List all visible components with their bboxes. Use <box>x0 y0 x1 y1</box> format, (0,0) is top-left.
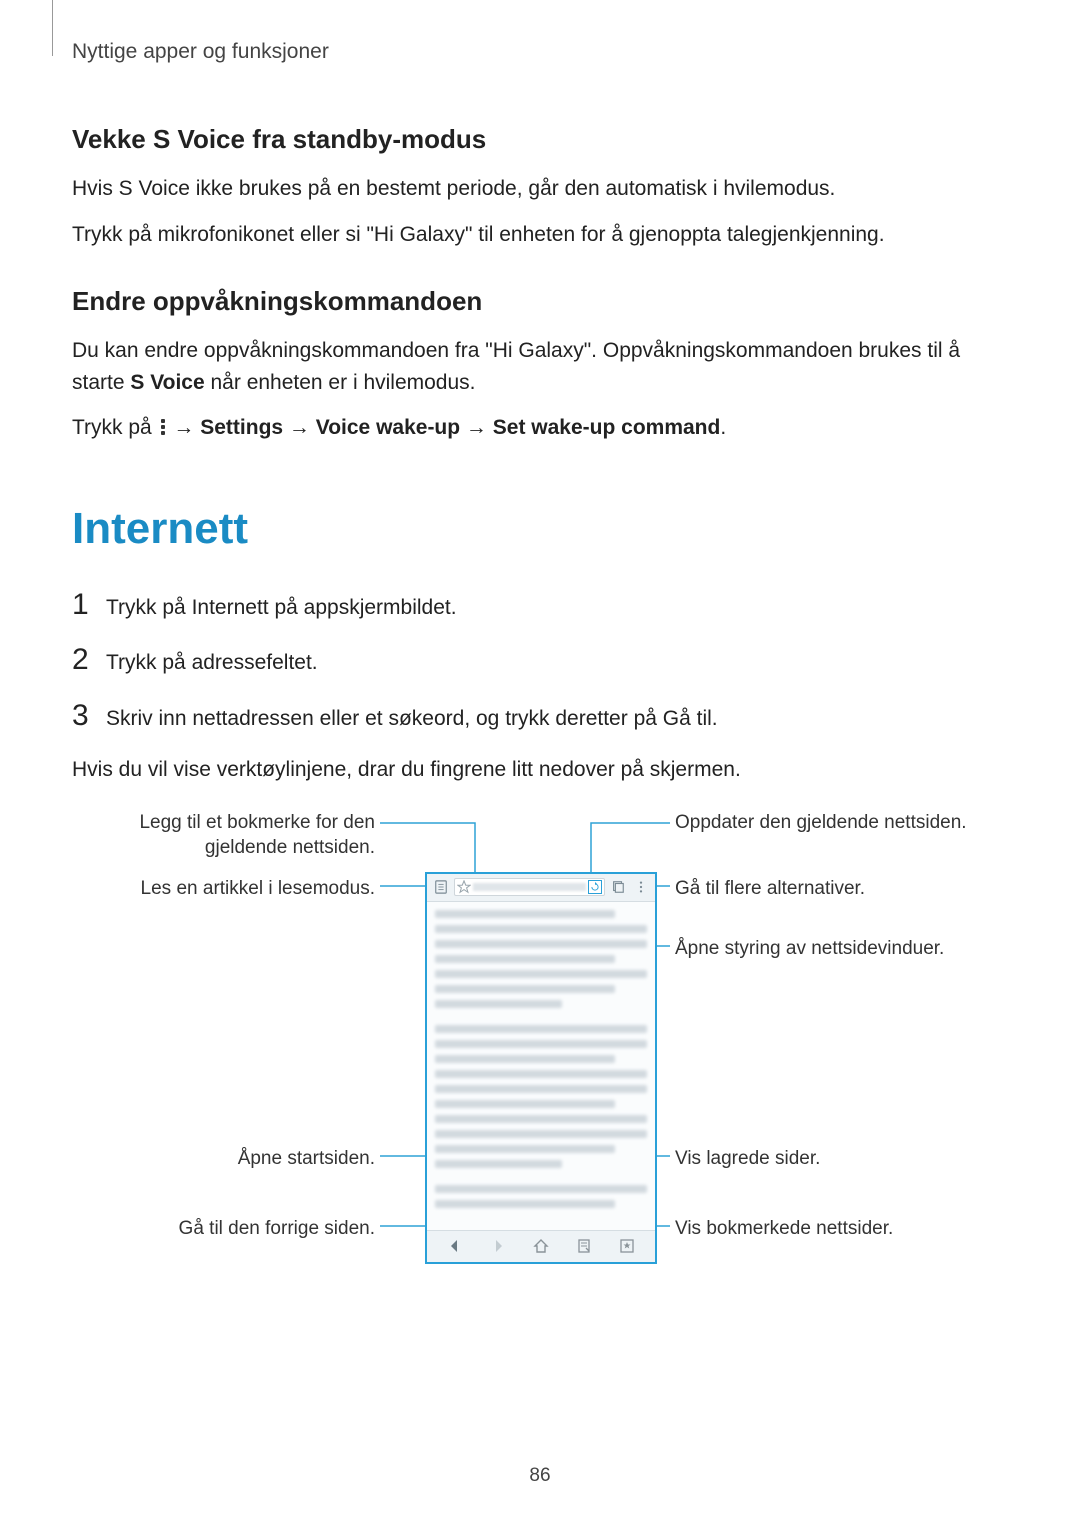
step-3: 3 Skriv inn nettadressen eller et søkeor… <box>72 699 1008 735</box>
step-text: Trykk på Internett på appskjermbildet. <box>106 592 457 624</box>
callout-add-bookmark: Legg til et bokmerke for den gjeldende n… <box>75 810 375 861</box>
arrow-text: → <box>460 416 493 439</box>
text: . <box>720 416 726 439</box>
subheading-change-wake: Endre oppvåkningskommandoen <box>72 286 1008 317</box>
step-text: Trykk på adressefeltet. <box>106 647 318 679</box>
step-number: 2 <box>72 643 106 677</box>
bold-text: Set wake-up command <box>493 416 721 439</box>
step-number: 1 <box>72 588 106 622</box>
more-options-icon <box>158 418 168 436</box>
text: når enheten er i hvilemodus. <box>205 371 476 394</box>
bold-text: S Voice <box>130 371 204 394</box>
bold-text: Internett <box>192 596 269 619</box>
callout-back: Gå til den forrige siden. <box>75 1216 375 1242</box>
refresh-icon[interactable] <box>588 880 602 894</box>
address-bar[interactable] <box>454 878 605 896</box>
paragraph: Trykk på → Settings → Voice wake-up → Se… <box>72 412 1008 444</box>
callout-more-options: Gå til flere alternativer. <box>675 876 995 902</box>
text: . <box>712 707 718 730</box>
url-text-placeholder <box>473 883 586 891</box>
back-icon[interactable] <box>446 1237 464 1255</box>
saved-pages-icon[interactable] <box>575 1237 593 1255</box>
tabs-icon[interactable] <box>608 877 628 897</box>
main-heading-internett: Internett <box>72 504 1008 554</box>
text: på appskjermbildet. <box>269 596 457 619</box>
callout-reader-mode: Les en artikkel i lesemodus. <box>75 876 375 902</box>
subheading-svoice-wake: Vekke S Voice fra standby-modus <box>72 124 1008 155</box>
callout-homepage: Åpne startsiden. <box>75 1146 375 1172</box>
more-options-icon[interactable] <box>631 877 651 897</box>
callout-bookmarks: Vis bokmerkede nettsider. <box>675 1216 995 1242</box>
forward-icon[interactable] <box>489 1237 507 1255</box>
browser-top-toolbar <box>427 874 655 902</box>
step-2: 2 Trykk på adressefeltet. <box>72 643 1008 679</box>
page-content: Nyttige apper og funksjoner Vekke S Voic… <box>0 0 1080 1280</box>
reader-mode-icon[interactable] <box>431 877 451 897</box>
callout-windows: Åpne styring av nettsidevinduer. <box>675 936 1005 962</box>
paragraph: Hvis S Voice ikke brukes på en bestemt p… <box>72 173 1008 205</box>
paragraph: Trykk på mikrofonikonet eller si "Hi Gal… <box>72 219 1008 251</box>
paragraph: Du kan endre oppvåkningskommandoen fra "… <box>72 335 1008 398</box>
text: Trykk på <box>106 596 192 619</box>
step-text: Skriv inn nettadressen eller et søkeord,… <box>106 703 718 735</box>
text: Skriv inn nettadressen eller et søkeord,… <box>106 707 663 730</box>
step-1: 1 Trykk på Internett på appskjermbildet. <box>72 588 1008 624</box>
phone-mockup <box>425 872 657 1264</box>
page-number: 86 <box>0 1465 1080 1487</box>
callout-refresh: Oppdater den gjeldende nettsiden. <box>675 810 995 836</box>
arrow-text: → <box>168 416 201 439</box>
browser-diagram: Legg til et bokmerke for den gjeldende n… <box>75 810 1005 1280</box>
step-number: 3 <box>72 699 106 733</box>
chapter-title: Nyttige apper og funksjoner <box>72 40 1008 64</box>
arrow-text: → <box>283 416 316 439</box>
text: Trykk på <box>72 416 158 439</box>
bold-text: Settings <box>200 416 283 439</box>
home-icon[interactable] <box>532 1237 550 1255</box>
browser-bottom-toolbar <box>427 1230 655 1262</box>
paragraph: Hvis du vil vise verktøylinjene, drar du… <box>72 754 1008 786</box>
bold-text: Gå til <box>663 707 712 730</box>
star-icon[interactable] <box>457 880 471 894</box>
margin-rule <box>52 0 53 56</box>
browser-page-content <box>427 902 655 1232</box>
callout-saved-pages: Vis lagrede sider. <box>675 1146 995 1172</box>
bookmarks-list-icon[interactable] <box>618 1237 636 1255</box>
bold-text: Voice wake-up <box>316 416 460 439</box>
